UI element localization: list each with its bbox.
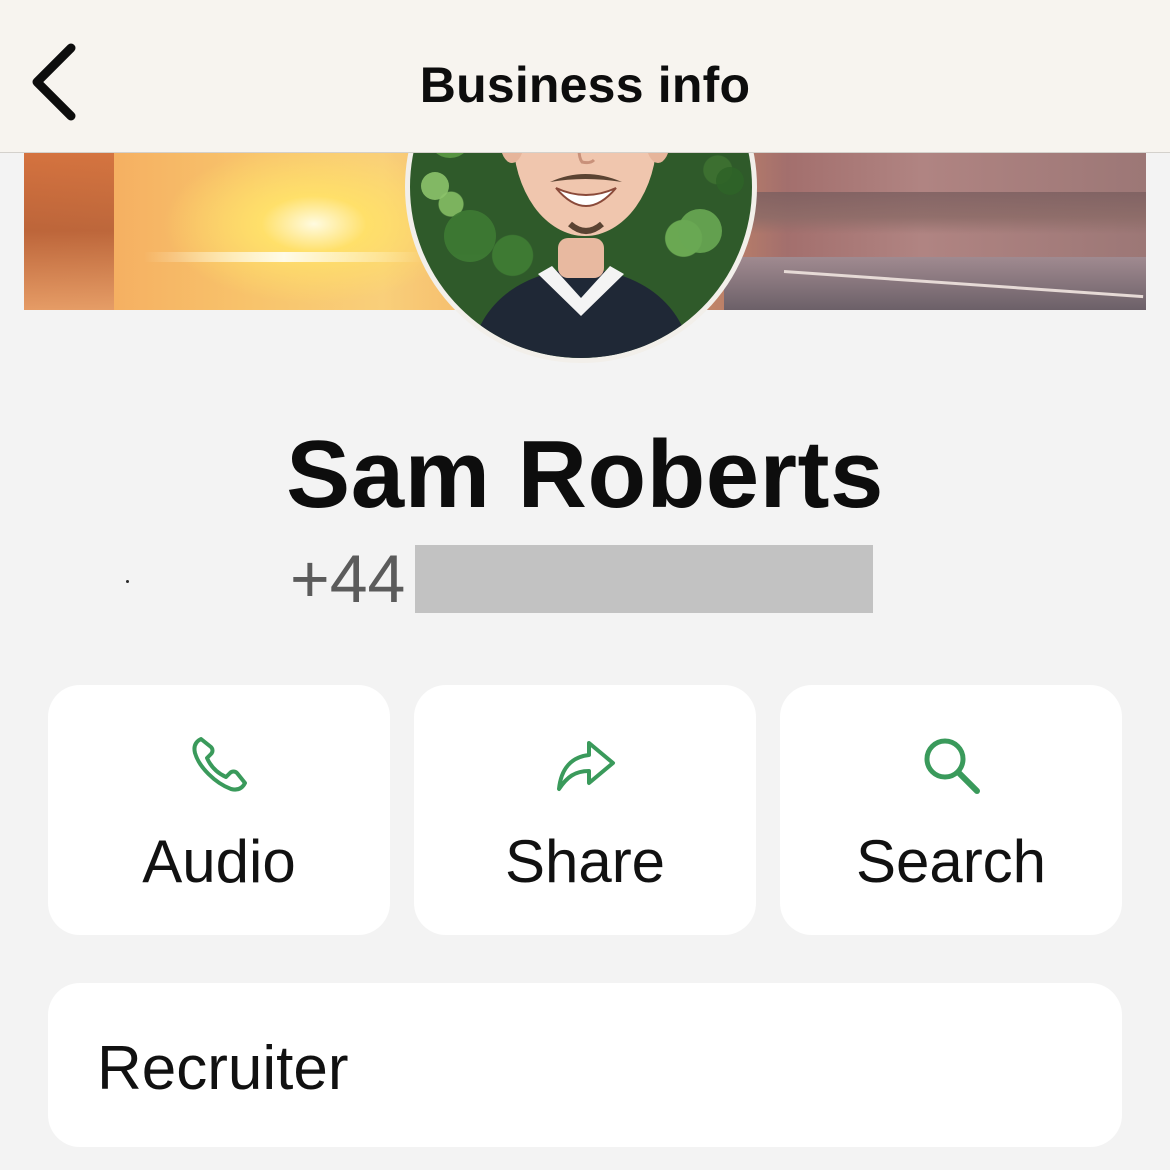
phone-number: +44 [290,541,874,617]
page-title: Business info [419,57,751,113]
search-label: Search [855,828,1047,895]
stray-dot [126,580,129,583]
magnifier-icon [924,738,980,794]
nav-bar: Business info [0,0,1170,153]
search-button[interactable]: Search [780,685,1122,935]
phone-redaction-block [415,545,874,613]
audio-label: Audio [142,828,296,895]
share-button[interactable]: Share [414,685,756,935]
profile-name: Sam Roberts [286,421,884,528]
phone-icon [192,737,247,792]
phone-prefix: +44 [290,541,406,617]
share-label: Share [504,828,666,895]
share-arrow-icon [557,741,615,791]
audio-call-button[interactable]: Audio [48,685,390,935]
business-category-card: Recruiter [48,983,1122,1147]
business-category: Recruiter [97,1034,349,1103]
